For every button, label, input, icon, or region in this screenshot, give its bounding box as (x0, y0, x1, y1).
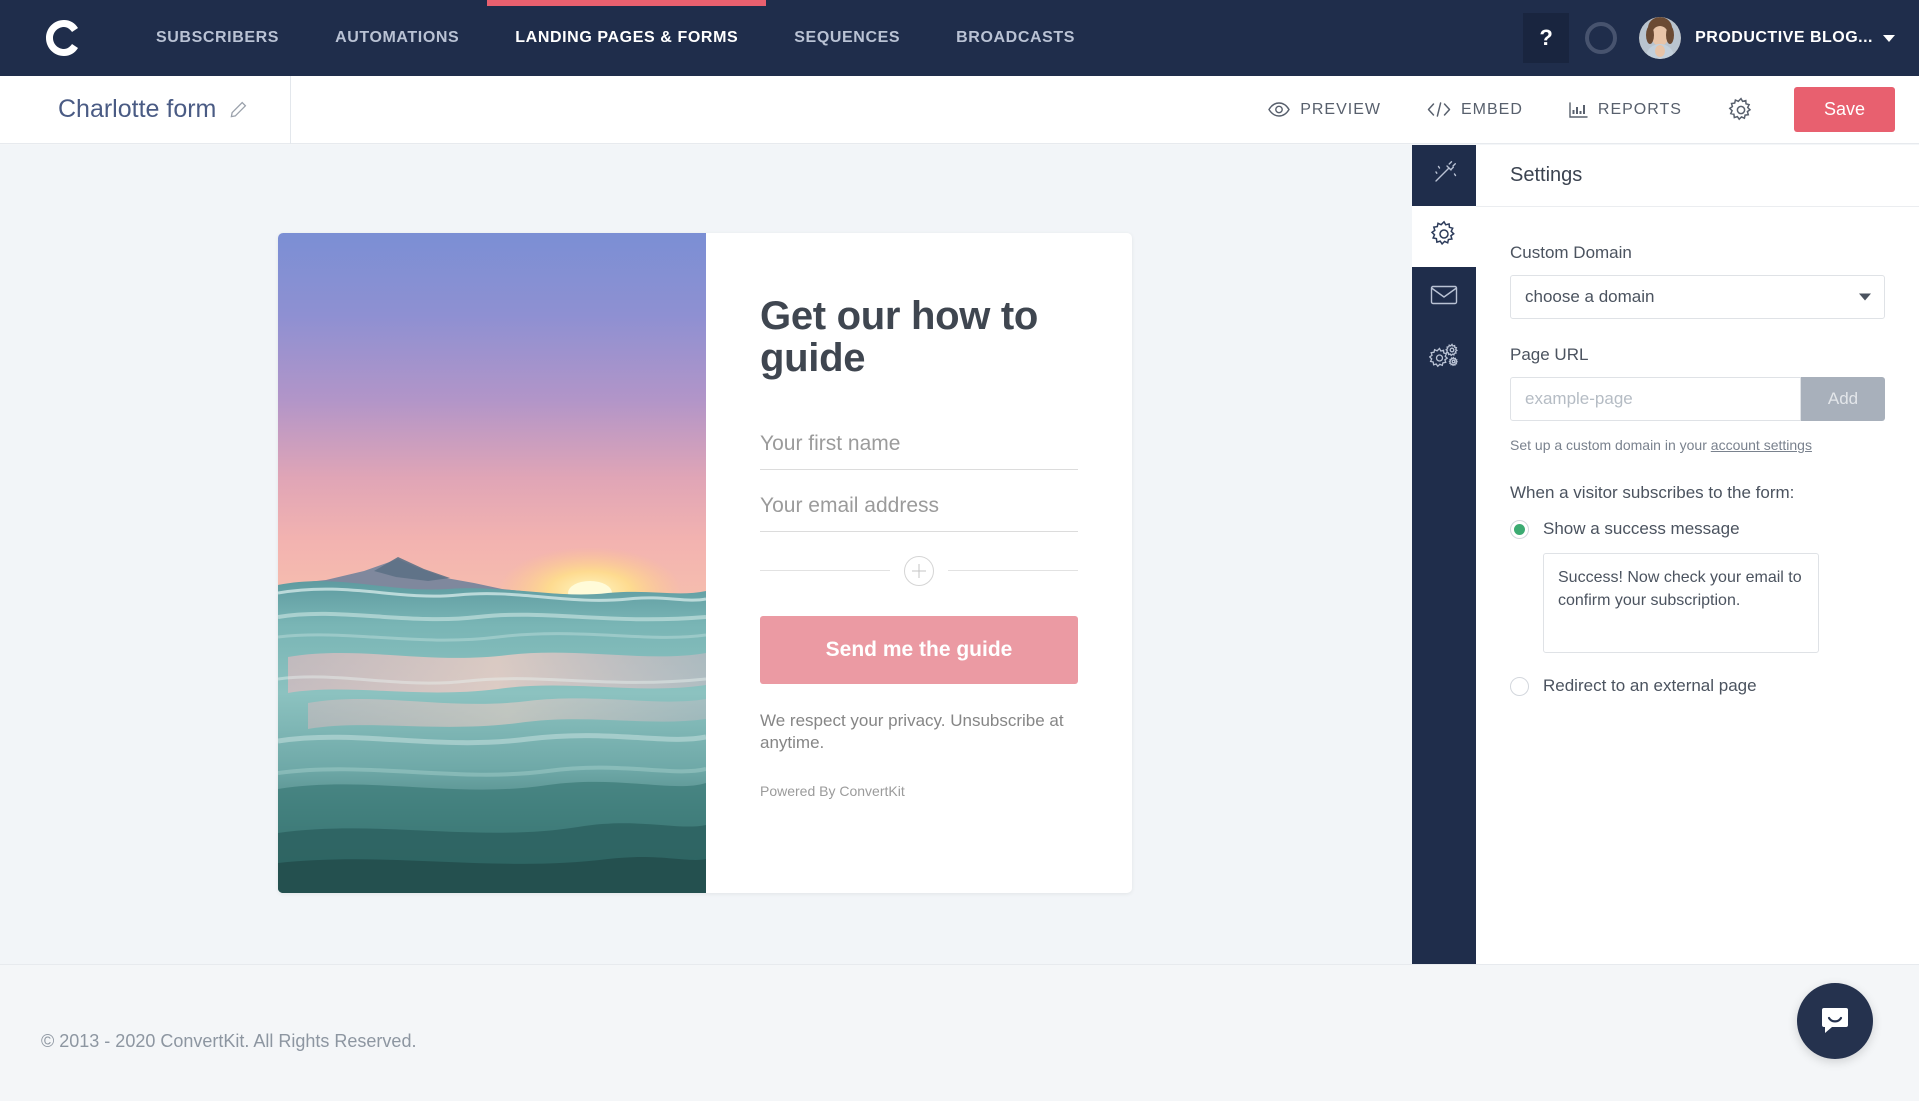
page-url-input[interactable] (1510, 377, 1801, 421)
option-label: Redirect to an external page (1543, 676, 1757, 695)
add-page-url-button[interactable]: Add (1801, 377, 1885, 421)
send-me-the-guide-button[interactable]: Send me the guide (760, 615, 1078, 684)
gear-icon (1430, 220, 1458, 253)
custom-domain-select[interactable]: choose a domain (1510, 275, 1885, 319)
divider-line-right (948, 570, 1078, 572)
envelope-icon (1430, 284, 1458, 311)
landing-page-canvas: Get our how to guide Your first name You… (0, 145, 1412, 964)
option-redirect-external-page[interactable]: Redirect to an external page (1510, 676, 1885, 696)
form-toolbar: Charlotte form PREVIEW EMBED REPORTS Sav… (0, 75, 1919, 144)
eye-icon (1268, 102, 1291, 117)
save-button[interactable]: Save (1793, 87, 1895, 132)
copyright-text: © 2013 - 2020 ConvertKit. All Rights Res… (41, 1031, 417, 1051)
nav-item-subscribers[interactable]: SUBSCRIBERS (128, 0, 307, 76)
plus-circle-icon[interactable] (904, 555, 934, 586)
rail-item-incentive-email[interactable] (1412, 267, 1476, 328)
landing-page-heading[interactable]: Get our how to guide (760, 295, 1078, 380)
chevron-down-icon[interactable] (1883, 34, 1895, 42)
helper-prefix: Set up a custom domain in your (1510, 437, 1711, 453)
divider-line-left (760, 570, 890, 572)
embed-label: EMBED (1461, 100, 1523, 118)
rail-item-design[interactable] (1412, 145, 1476, 206)
intercom-chat-icon (1817, 1001, 1853, 1042)
code-icon (1427, 102, 1451, 117)
nav-item-landing-pages-and-forms[interactable]: LANDING PAGES & FORMS (487, 0, 767, 76)
nav-item-sequences[interactable]: SEQUENCES (766, 0, 928, 76)
add-field-divider (760, 555, 1078, 586)
intercom-chat-button[interactable] (1797, 983, 1873, 1059)
radio-success-message[interactable] (1510, 519, 1529, 539)
main-nav-items: SUBSCRIBERS AUTOMATIONS LANDING PAGES & … (128, 0, 1103, 76)
nav-label: LANDING PAGES & FORMS (515, 29, 739, 46)
powered-by-label: Powered By ConvertKit (760, 782, 905, 799)
page-title: Charlotte form (58, 95, 217, 123)
rail-item-settings[interactable] (1412, 206, 1476, 267)
custom-domain-helper: Set up a custom domain in your account s… (1510, 437, 1885, 453)
custom-domain-label: Custom Domain (1510, 243, 1632, 262)
settings-panel: Settings Custom Domain choose a domain P… (1476, 145, 1919, 964)
account-name-label[interactable]: PRODUCTIVE BLOG... (1695, 29, 1873, 47)
preview-label: PREVIEW (1300, 100, 1381, 118)
nav-right-group: ? PRODUCTIVE BLOG... (1523, 0, 1919, 76)
settings-panel-body: Custom Domain choose a domain Page URL A… (1476, 207, 1919, 696)
nav-label: AUTOMATIONS (335, 29, 460, 46)
nav-item-broadcasts[interactable]: BROADCASTS (928, 0, 1103, 76)
account-settings-link[interactable]: account settings (1711, 437, 1812, 453)
success-message-textarea[interactable] (1543, 553, 1819, 653)
nav-label: SUBSCRIBERS (156, 29, 280, 46)
subscribe-action-label: When a visitor subscribes to the form: (1510, 483, 1795, 502)
preview-button[interactable]: PREVIEW (1268, 101, 1381, 119)
page-url-row: Add (1510, 377, 1885, 421)
first-name-field[interactable]: Your first name (760, 432, 1078, 470)
convertkit-logo-link[interactable] (0, 17, 128, 59)
radio-redirect[interactable] (1510, 676, 1529, 696)
nav-label: BROADCASTS (956, 29, 1076, 46)
embed-button[interactable]: EMBED (1427, 101, 1523, 119)
page-footer: © 2013 - 2020 ConvertKit. All Rights Res… (0, 964, 1919, 1101)
gear-icon[interactable] (1728, 96, 1754, 123)
nav-label: SEQUENCES (794, 29, 901, 46)
landing-page-content: Get our how to guide Your first name You… (706, 233, 1132, 893)
nav-item-automations[interactable]: AUTOMATIONS (307, 0, 487, 76)
landing-page-card: Get our how to guide Your first name You… (278, 233, 1132, 893)
avatar[interactable] (1639, 17, 1682, 59)
custom-domain-select-wrap: choose a domain (1510, 275, 1885, 319)
edit-pencil-icon[interactable] (229, 100, 248, 119)
bar-chart-icon (1569, 101, 1588, 118)
help-icon: ? (1539, 25, 1553, 50)
reports-label: REPORTS (1597, 100, 1682, 118)
email-field[interactable]: Your email address (760, 494, 1078, 532)
option-label: Show a success message (1543, 519, 1740, 538)
help-button[interactable]: ? (1523, 13, 1570, 63)
magic-wand-icon (1430, 159, 1458, 192)
notifications-ring-icon[interactable] (1585, 22, 1618, 54)
option-show-success-message[interactable]: Show a success message (1510, 519, 1885, 539)
settings-panel-title: Settings (1476, 145, 1919, 207)
page-url-label: Page URL (1510, 345, 1589, 364)
reports-button[interactable]: REPORTS (1569, 101, 1682, 119)
ocean-sunset-photo[interactable] (278, 233, 706, 893)
advanced-settings-icon (1428, 342, 1459, 375)
form-title-group: Charlotte form (0, 75, 291, 144)
convertkit-logo-icon (43, 17, 85, 59)
rail-item-advanced-settings[interactable] (1412, 328, 1476, 389)
privacy-text[interactable]: We respect your privacy. Unsubscribe at … (760, 710, 1078, 755)
top-navigation-bar: SUBSCRIBERS AUTOMATIONS LANDING PAGES & … (0, 0, 1919, 76)
settings-icon-rail (1412, 145, 1476, 964)
toolbar-actions: PREVIEW EMBED REPORTS Save (1268, 87, 1895, 132)
